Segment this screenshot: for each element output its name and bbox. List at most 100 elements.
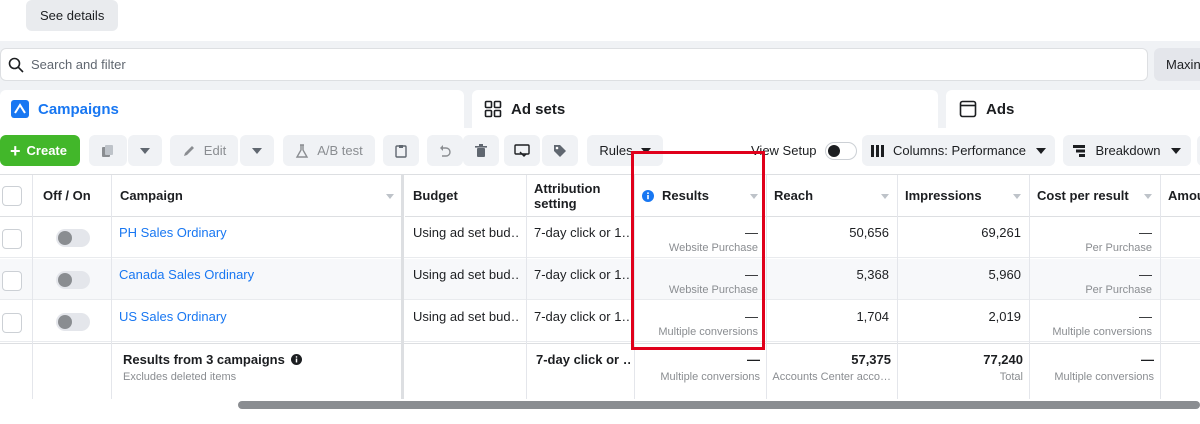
select-all-checkbox[interactable] <box>2 186 22 206</box>
header-campaign[interactable]: Campaign <box>112 175 402 217</box>
summary-row: Results from 3 campaigns Excludes delete… <box>0 343 1200 400</box>
campaign-icon <box>10 99 30 119</box>
header-impressions[interactable]: Impressions <box>897 175 1029 217</box>
column-divider <box>766 175 767 400</box>
column-divider <box>111 175 112 400</box>
breakdown-icon <box>1073 144 1086 157</box>
view-setup: View Setup <box>751 135 857 166</box>
impressions-cell: 5,960 <box>988 267 1021 282</box>
header-budget[interactable]: Budget <box>405 175 526 217</box>
campaign-name-link[interactable]: US Sales Ordinary <box>119 309 227 324</box>
undo-icon <box>440 144 451 157</box>
plus-icon: + <box>10 140 21 161</box>
sort-icon <box>1144 194 1152 199</box>
tag-button[interactable] <box>542 135 578 166</box>
edit-dropdown-button[interactable] <box>240 135 274 166</box>
attribution-cell: 7-day click or 1… <box>534 309 630 324</box>
summary-results: — <box>747 352 760 367</box>
duplicate-icon <box>102 144 113 157</box>
campaign-toggle[interactable] <box>56 271 90 289</box>
pencil-icon <box>183 145 194 156</box>
rules-label: Rules <box>599 143 633 158</box>
ab-test-button[interactable]: A/B test <box>283 135 375 166</box>
delete-button[interactable] <box>463 135 499 166</box>
see-details-button[interactable]: See details <box>26 0 119 31</box>
cost-subtext: Multiple conversions <box>1052 326 1152 338</box>
caret-down-icon <box>252 147 262 154</box>
row-checkbox[interactable] <box>2 229 22 249</box>
preview-icon <box>514 143 530 157</box>
tab-ad-sets-label: Ad sets <box>511 100 566 118</box>
header-budget-label: Budget <box>413 188 458 203</box>
duplicate-button[interactable] <box>89 135 127 166</box>
sort-icon <box>1013 194 1021 199</box>
undo-button[interactable] <box>427 135 463 166</box>
summary-reach: 57,375 <box>766 352 891 367</box>
results-highlight-box <box>631 151 765 350</box>
attribution-cell: 7-day click or 1… <box>534 267 630 282</box>
edit-button[interactable]: Edit <box>170 135 238 166</box>
summary-reach-subtext: Accounts Center acco… <box>772 371 891 383</box>
header-cost-per-result[interactable]: Cost per result <box>1029 175 1160 217</box>
summary-results-subtext: Multiple conversions <box>660 371 760 383</box>
budget-cell: Using ad set bud… <box>413 225 519 240</box>
breakdown-dropdown[interactable]: Breakdown <box>1063 135 1191 166</box>
tab-ads-label: Ads <box>986 100 1015 118</box>
columns-dropdown[interactable]: Columns: Performance <box>862 135 1055 166</box>
view-setup-toggle[interactable] <box>824 141 857 160</box>
search-input[interactable] <box>31 57 631 72</box>
header-attribution[interactable]: Attribution setting <box>526 175 634 217</box>
sort-icon <box>881 194 889 199</box>
header-off-on-label: Off / On <box>43 188 91 203</box>
header-attribution-label: Attribution setting <box>534 180 601 211</box>
header-off-on: Off / On <box>32 175 112 217</box>
sort-icon <box>386 194 394 199</box>
tab-ads[interactable]: Ads <box>946 90 1200 128</box>
cost-subtext: Per Purchase <box>1085 242 1152 254</box>
columns-label: Columns: Performance <box>893 143 1026 158</box>
table-row[interactable]: PH Sales Ordinary Using ad set bud… 7-da… <box>0 217 1200 258</box>
header-reach[interactable]: Reach <box>766 175 897 217</box>
campaign-name-link[interactable]: Canada Sales Ordinary <box>119 267 254 282</box>
caret-down-icon <box>140 147 150 154</box>
trash-icon <box>475 143 487 157</box>
preview-button[interactable] <box>504 135 540 166</box>
duplicate-dropdown-button[interactable] <box>128 135 162 166</box>
header-impressions-label: Impressions <box>905 188 982 203</box>
summary-reach-value: 57,375 <box>851 352 891 367</box>
caret-down-icon <box>1035 147 1046 154</box>
columns-icon <box>871 144 885 157</box>
campaign-toggle[interactable] <box>56 229 90 247</box>
breakdown-label: Breakdown <box>1095 143 1161 158</box>
toolbar: + Create Edit A/B test Rules View Setup <box>0 128 1200 173</box>
table-row[interactable]: Canada Sales Ordinary Using ad set bud… … <box>0 259 1200 300</box>
campaign-name-link[interactable]: PH Sales Ordinary <box>119 225 227 240</box>
campaign-toggle[interactable] <box>56 313 90 331</box>
frozen-column-divider[interactable] <box>401 175 404 400</box>
column-divider <box>1029 175 1030 400</box>
reach-cell: 50,656 <box>849 225 889 240</box>
row-checkbox[interactable] <box>2 313 22 333</box>
search-bar[interactable] <box>0 48 1148 81</box>
tab-campaigns[interactable]: Campaigns <box>0 90 464 128</box>
info-icon <box>291 354 303 365</box>
summary-subtitle: Excludes deleted items <box>123 371 237 383</box>
summary-cost: — <box>1141 352 1154 367</box>
impressions-cell: 2,019 <box>988 309 1021 324</box>
tab-ad-sets[interactable]: Ad sets <box>472 90 938 128</box>
header-amount[interactable]: Amou <box>1160 175 1200 217</box>
horizontal-scrollbar[interactable] <box>238 401 1200 409</box>
attribution-cell: 7-day click or 1… <box>534 225 630 240</box>
impressions-cell: 69,261 <box>981 225 1021 240</box>
row-checkbox[interactable] <box>2 271 22 291</box>
maximize-button[interactable]: Maxin <box>1154 48 1200 81</box>
summary-title-text: Results from 3 campaigns <box>123 352 285 367</box>
header-amount-label: Amou <box>1168 188 1200 203</box>
clipboard-icon <box>395 144 407 158</box>
tab-campaigns-label: Campaigns <box>38 100 119 118</box>
summary-impressions-subtext: Total <box>999 371 1023 383</box>
table-row[interactable]: US Sales Ordinary Using ad set bud… 7-da… <box>0 301 1200 342</box>
create-button[interactable]: + Create <box>0 135 80 166</box>
clipboard-button[interactable] <box>383 135 419 166</box>
edit-label: Edit <box>203 143 227 158</box>
